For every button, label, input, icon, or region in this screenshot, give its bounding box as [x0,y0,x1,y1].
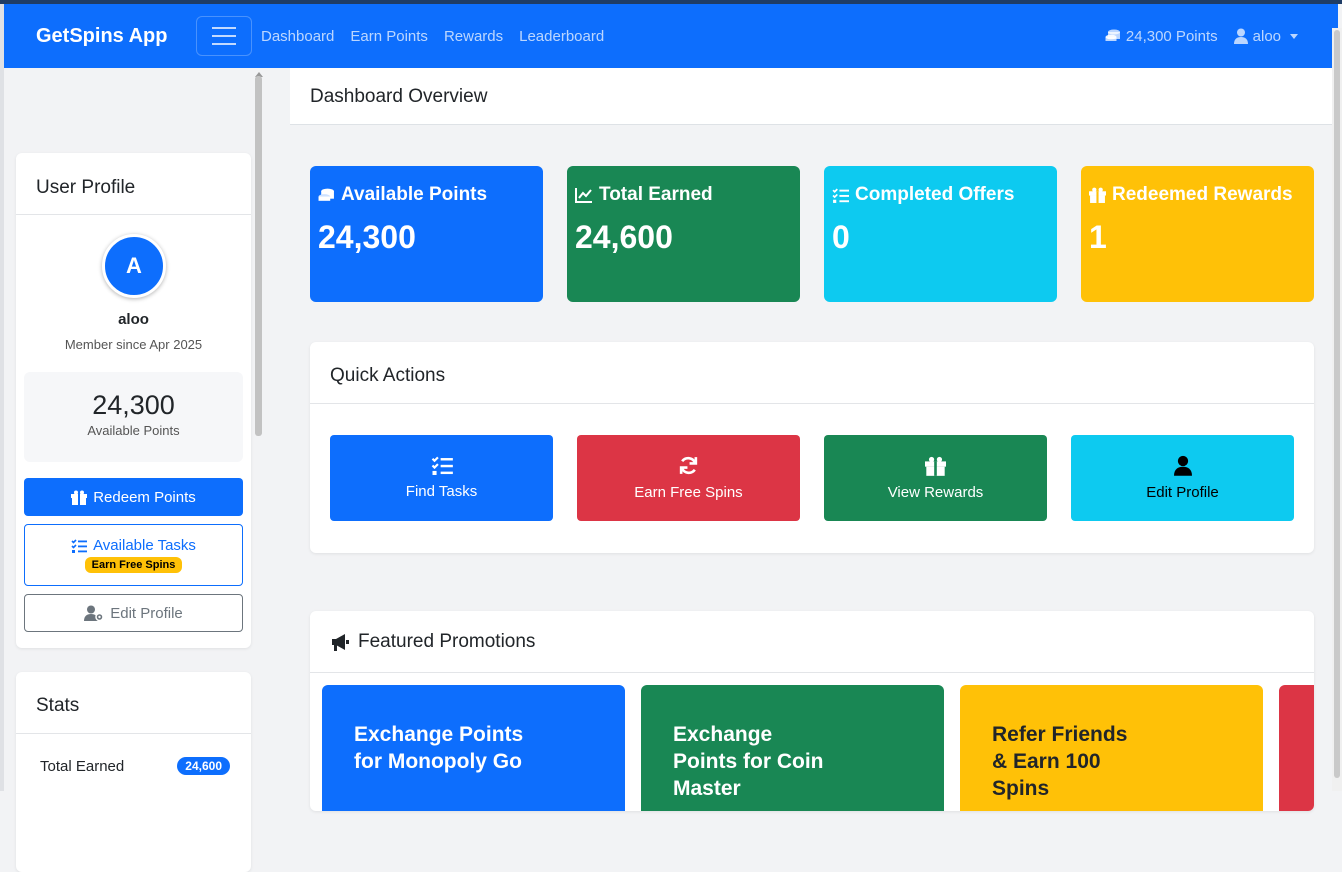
stat-card-label: Redeemed Rewards [1112,184,1293,205]
view-rewards-label: View Rewards [887,483,984,501]
stat-card-total-earned: Total Earned 24,600 [567,166,800,302]
stat-card-label: Completed Offers [855,184,1015,205]
chevron-down-icon [1290,33,1298,39]
coins-icon [1105,29,1120,41]
stats-card: Stats Total Earned 24,600 [16,672,251,872]
stats-title: Stats [16,672,251,734]
stat-card-available-points: Available Points 24,300 [310,166,543,302]
menu-toggle-button[interactable] [196,16,252,56]
megaphone-icon [332,633,349,651]
list-check-icon [832,188,849,203]
points-value: 24,300 [92,390,175,420]
gift-icon [71,490,88,505]
promo-card-coin-master[interactable]: Exchange Points for Coin Master [641,685,944,811]
promo-label: Exchange Points for Coin Master [673,723,824,800]
list-check-icon [431,456,453,475]
edit-profile-quick-button[interactable]: Edit Profile [1071,435,1294,521]
view-rewards-button[interactable]: View Rewards [824,435,1047,521]
nav-points: 24,300 Points [1105,28,1218,45]
stat-card-label: Available Points [341,184,488,205]
promo-label: Exchange Points for Monopoly Go [354,723,524,773]
gift-icon [1089,187,1106,203]
redeem-points-label: Redeem Points [93,488,196,506]
earn-free-spins-label: Earn Free Spins [634,484,743,501]
points-box: 24,300 Available Points [24,372,243,462]
profile-name: aloo [118,311,149,328]
stat-row-label: Total Earned [40,757,125,775]
earn-free-spins-button[interactable]: Earn Free Spins [577,435,800,521]
chart-line-icon [575,188,592,203]
featured-promotions-card: Featured Promotions Exchange Points for … [310,611,1314,811]
page-title: Dashboard Overview [310,86,488,107]
stat-card-value: 24,600 [575,219,673,255]
promo-card-monopoly[interactable]: Exchange Points for Monopoly Go [322,685,625,811]
brand-logo[interactable]: GetSpins App [36,25,196,48]
available-tasks-label: Available Tasks [93,537,196,554]
gift-icon [925,456,946,476]
nav-link-rewards[interactable]: Rewards [444,28,503,45]
find-tasks-button[interactable]: Find Tasks [330,435,553,521]
stat-card-value: 1 [1089,219,1107,255]
sync-icon [679,456,698,475]
available-tasks-button[interactable]: Available Tasks Earn Free Spins [24,524,243,586]
quick-actions-card: Quick Actions Find Tasks Earn Free Spins… [310,342,1314,553]
user-dropdown[interactable]: aloo [1233,27,1298,45]
stat-card-value: 24,300 [318,219,416,255]
nav-link-dashboard[interactable]: Dashboard [261,28,334,45]
stat-card-redeemed-rewards: Redeemed Rewards 1 [1081,166,1314,302]
member-since: Member since Apr 2025 [64,337,203,352]
quick-actions-title: Quick Actions [310,342,1314,404]
find-tasks-label: Find Tasks [405,483,478,500]
avatar: A [102,234,166,298]
stat-card-value: 0 [832,219,850,255]
stat-row-value: 24,600 [177,757,230,775]
nav-points-label: 24,300 Points [1125,27,1218,45]
page-scrollbar-thumb[interactable] [1334,30,1340,778]
redeem-points-button[interactable]: Redeem Points [24,478,243,516]
edit-profile-quick-label: Edit Profile [1146,484,1219,501]
earn-free-spins-badge: Earn Free Spins [84,557,183,573]
promo-card-refer-friends[interactable]: Refer Friends & Earn 100 Spins [960,685,1263,811]
points-label: Available Points [87,423,180,438]
user-gear-icon [84,605,104,621]
user-icon [1233,28,1248,44]
nav-right: 24,300 Points aloo [1105,4,1298,68]
edit-profile-label: Edit Profile [110,604,183,622]
profile-title: User Profile [16,153,251,215]
user-icon [1173,455,1192,476]
top-navbar: GetSpins App Dashboard Earn Points Rewar… [4,4,1338,68]
coins-icon [318,188,334,201]
stat-card-label: Total Earned [599,184,713,205]
stat-row-total-earned: Total Earned 24,600 [40,757,230,775]
edit-profile-button[interactable]: Edit Profile [24,594,243,632]
sidebar-scrollbar[interactable] [255,76,262,436]
user-name: aloo [1252,27,1281,45]
user-profile-card: User Profile A aloo Member since Apr 202… [16,153,251,648]
promo-card-partial[interactable] [1279,685,1314,811]
featured-promotions-title: Featured Promotions [358,630,536,652]
nav-links: Dashboard Earn Points Rewards Leaderboar… [261,28,620,45]
promo-label: Refer Friends & Earn 100 Spins [992,723,1128,800]
list-check-icon [71,538,88,553]
featured-promotions-header: Featured Promotions [310,611,1314,673]
nav-link-leaderboard[interactable]: Leaderboard [519,28,604,45]
stat-card-completed-offers: Completed Offers 0 [824,166,1057,302]
main-header: Dashboard Overview [290,68,1336,125]
nav-link-earn-points[interactable]: Earn Points [350,28,428,45]
